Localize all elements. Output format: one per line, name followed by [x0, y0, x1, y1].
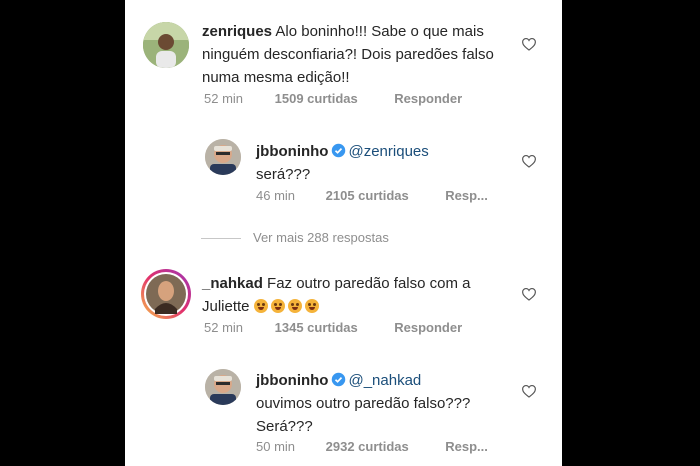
like-heart-icon[interactable]: [521, 37, 537, 51]
comment-body: _nahkad Faz outro paredão falso com a Ju…: [202, 272, 512, 318]
avatar-jbboninho[interactable]: [205, 369, 241, 405]
reply-text: ouvimos outro paredão falso??? Será???: [256, 395, 471, 435]
avatar-image: [205, 139, 241, 175]
avatar-image: [143, 22, 189, 68]
comment-username[interactable]: _nahkad: [202, 275, 263, 292]
comment-likes[interactable]: 1345 curtidas: [275, 320, 391, 335]
avatar-nahkad[interactable]: [141, 269, 191, 319]
smiling-face-emoji-icon: [287, 299, 302, 313]
reply-time: 46 min: [256, 188, 296, 203]
like-heart-icon[interactable]: [521, 287, 537, 301]
reply-username[interactable]: jbboninho: [256, 143, 328, 160]
reply-time: 50 min: [256, 439, 296, 454]
avatar-image: [144, 272, 188, 316]
reply-mention[interactable]: @_nahkad: [348, 372, 421, 389]
comment-meta: 52 min 1509 curtidas Responder: [204, 91, 462, 106]
like-heart-icon[interactable]: [521, 154, 537, 168]
reply-likes[interactable]: 2932 curtidas: [326, 439, 442, 454]
comment-username[interactable]: zenriques: [202, 23, 272, 40]
reply-button[interactable]: Resp...: [445, 188, 488, 203]
verified-badge-icon: [332, 372, 346, 387]
reply-likes[interactable]: 2105 curtidas: [326, 188, 442, 203]
comment-time: 52 min: [204, 320, 244, 335]
avatar-zenriques[interactable]: [143, 22, 189, 68]
like-heart-icon[interactable]: [521, 384, 537, 398]
reply-body: jbboninho @zenriques será???: [256, 140, 506, 186]
divider-line: [201, 238, 241, 240]
reply-username[interactable]: jbboninho: [256, 372, 328, 389]
comment-likes[interactable]: 1509 curtidas: [275, 91, 391, 106]
smiling-face-emoji-icon: [304, 299, 319, 313]
comments-panel: zenriques Alo boninho!!! Sabe o que mais…: [125, 0, 562, 466]
comment-body: zenriques Alo boninho!!! Sabe o que mais…: [202, 20, 512, 89]
smiling-face-emoji-icon: [253, 299, 268, 313]
view-more-replies[interactable]: Ver mais 288 respostas: [201, 230, 389, 245]
comment-time: 52 min: [204, 91, 244, 106]
emoji-group: [253, 298, 322, 315]
reply-text: será???: [256, 166, 311, 183]
reply-meta: 50 min 2932 curtidas Resp...: [256, 439, 488, 454]
verified-badge-icon: [332, 143, 346, 158]
view-more-label[interactable]: Ver mais 288 respostas: [253, 230, 389, 245]
reply-body: jbboninho @_nahkad ouvimos outro paredão …: [256, 369, 501, 438]
comment-meta: 52 min 1345 curtidas Responder: [204, 320, 462, 335]
reply-button[interactable]: Responder: [394, 320, 462, 335]
smiling-face-emoji-icon: [270, 299, 285, 313]
avatar-jbboninho[interactable]: [205, 139, 241, 175]
reply-meta: 46 min 2105 curtidas Resp...: [256, 188, 488, 203]
reply-mention[interactable]: @zenriques: [348, 143, 428, 160]
reply-button[interactable]: Responder: [394, 91, 462, 106]
reply-button[interactable]: Resp...: [445, 439, 488, 454]
avatar-image: [205, 369, 241, 405]
